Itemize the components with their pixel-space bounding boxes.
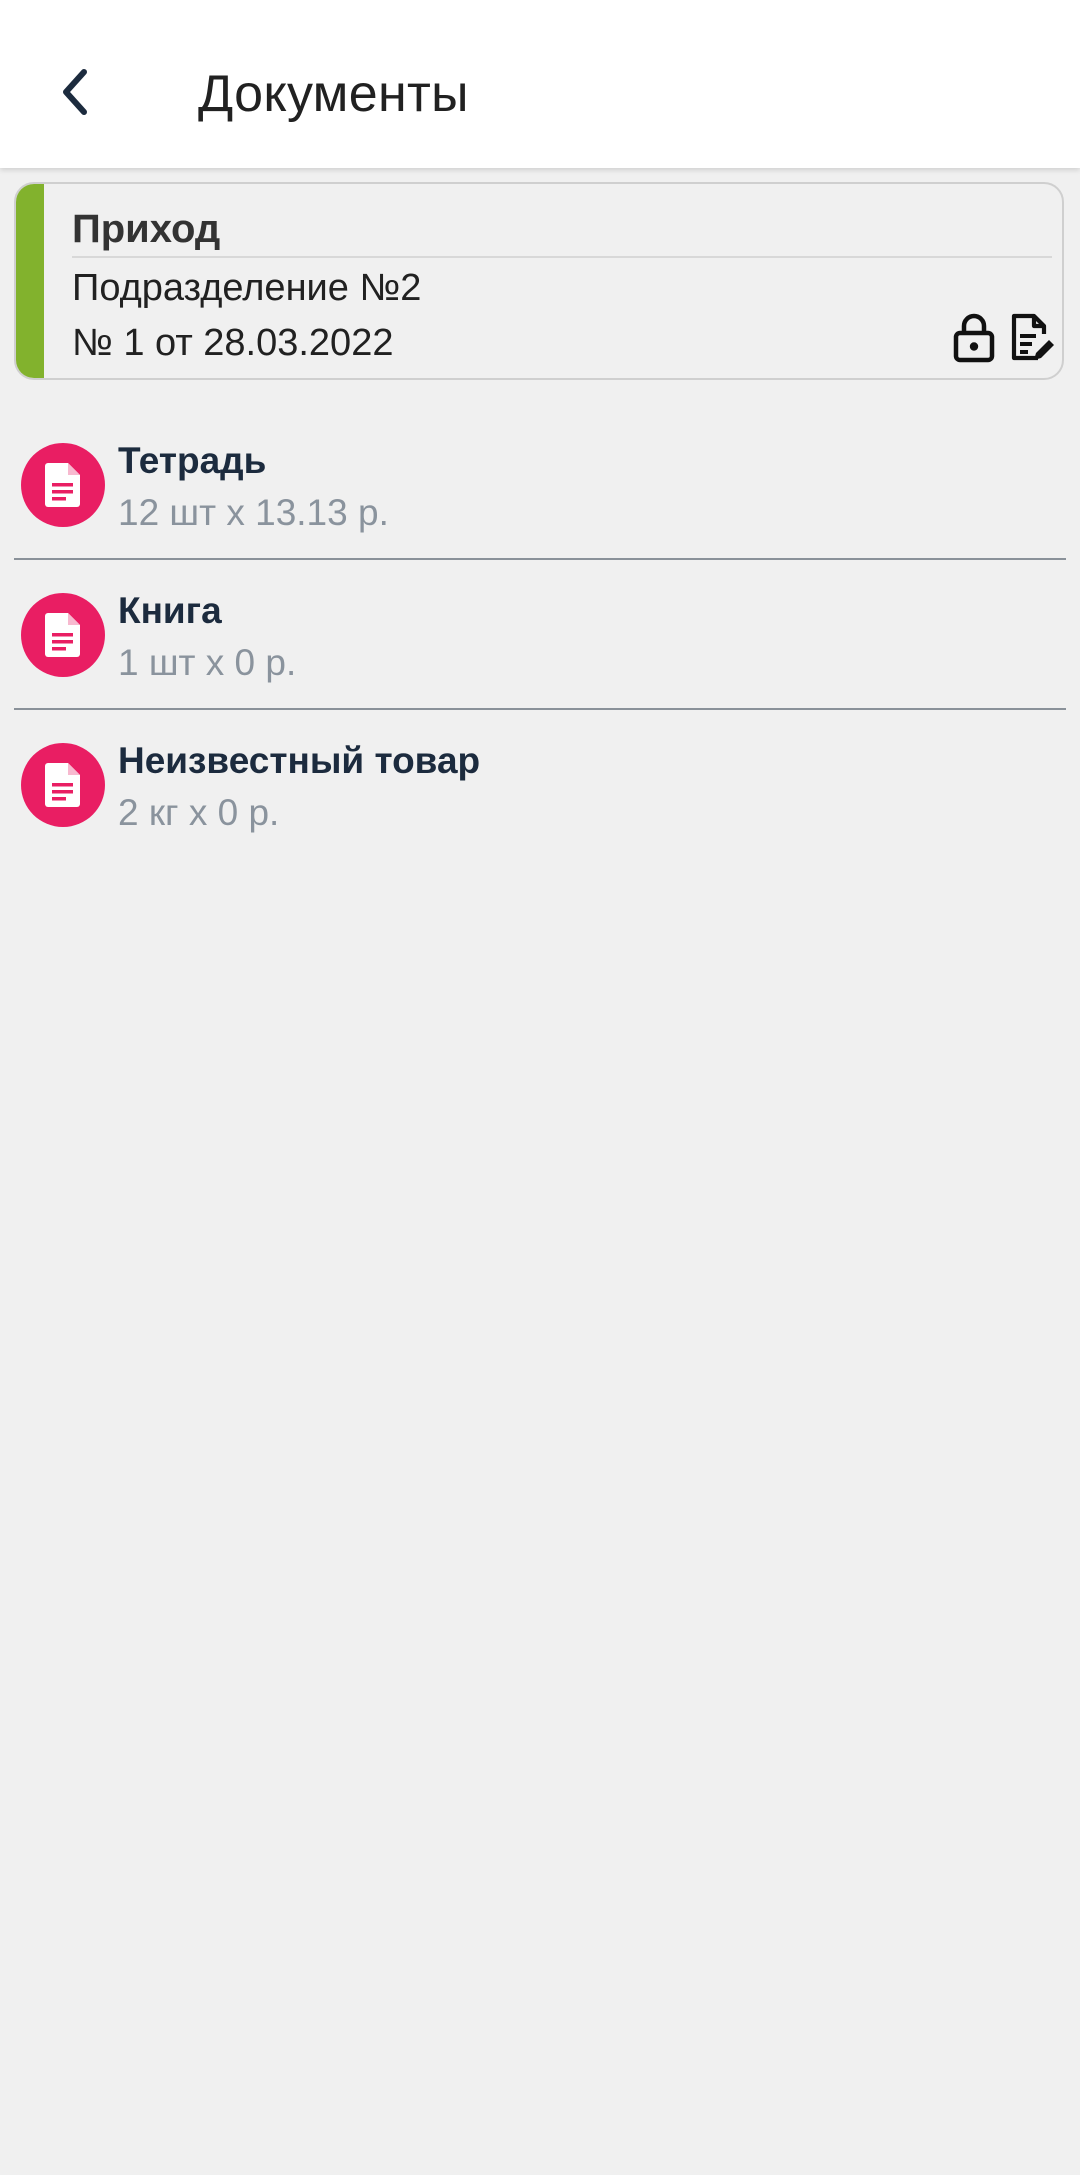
back-button[interactable] bbox=[40, 52, 112, 132]
edit-document-button[interactable] bbox=[1002, 308, 1062, 368]
item-avatar bbox=[21, 443, 105, 527]
item-quantity: 1 шт x 0 р. bbox=[118, 642, 297, 683]
item-name: Неизвестный товар bbox=[118, 740, 481, 781]
document-type: Приход bbox=[72, 207, 221, 251]
document-icon bbox=[45, 613, 80, 657]
document-number: № 1 от 28.03.2022 bbox=[72, 322, 394, 364]
lock-button[interactable] bbox=[946, 308, 1002, 368]
app-bar: Документы bbox=[0, 0, 1080, 168]
chevron-left-icon bbox=[63, 69, 87, 115]
document-edit-icon bbox=[1011, 313, 1054, 361]
document-divider bbox=[72, 256, 1052, 258]
document-icon bbox=[45, 463, 80, 507]
list-item[interactable]: Неизвестный товар 2 кг x 0 р. bbox=[0, 710, 1080, 860]
items-list: Тетрадь 12 шт x 13.13 р. Книга 1 шт x 0 … bbox=[0, 410, 1080, 860]
item-avatar bbox=[21, 743, 105, 827]
item-name: Книга bbox=[118, 590, 222, 631]
list-item[interactable]: Книга 1 шт x 0 р. bbox=[0, 560, 1080, 710]
page-title: Документы bbox=[198, 65, 469, 123]
item-quantity: 12 шт x 13.13 р. bbox=[118, 492, 389, 533]
item-avatar bbox=[21, 593, 105, 677]
item-name: Тетрадь bbox=[118, 440, 267, 481]
document-department: Подразделение №2 bbox=[72, 267, 422, 309]
lock-icon bbox=[953, 313, 995, 363]
document-status-stripe bbox=[16, 184, 44, 378]
document-card[interactable]: Приход Подразделение №2 № 1 от 28.03.202… bbox=[14, 182, 1064, 380]
list-item[interactable]: Тетрадь 12 шт x 13.13 р. bbox=[0, 410, 1080, 560]
item-quantity: 2 кг x 0 р. bbox=[118, 792, 280, 833]
document-icon bbox=[45, 763, 80, 807]
